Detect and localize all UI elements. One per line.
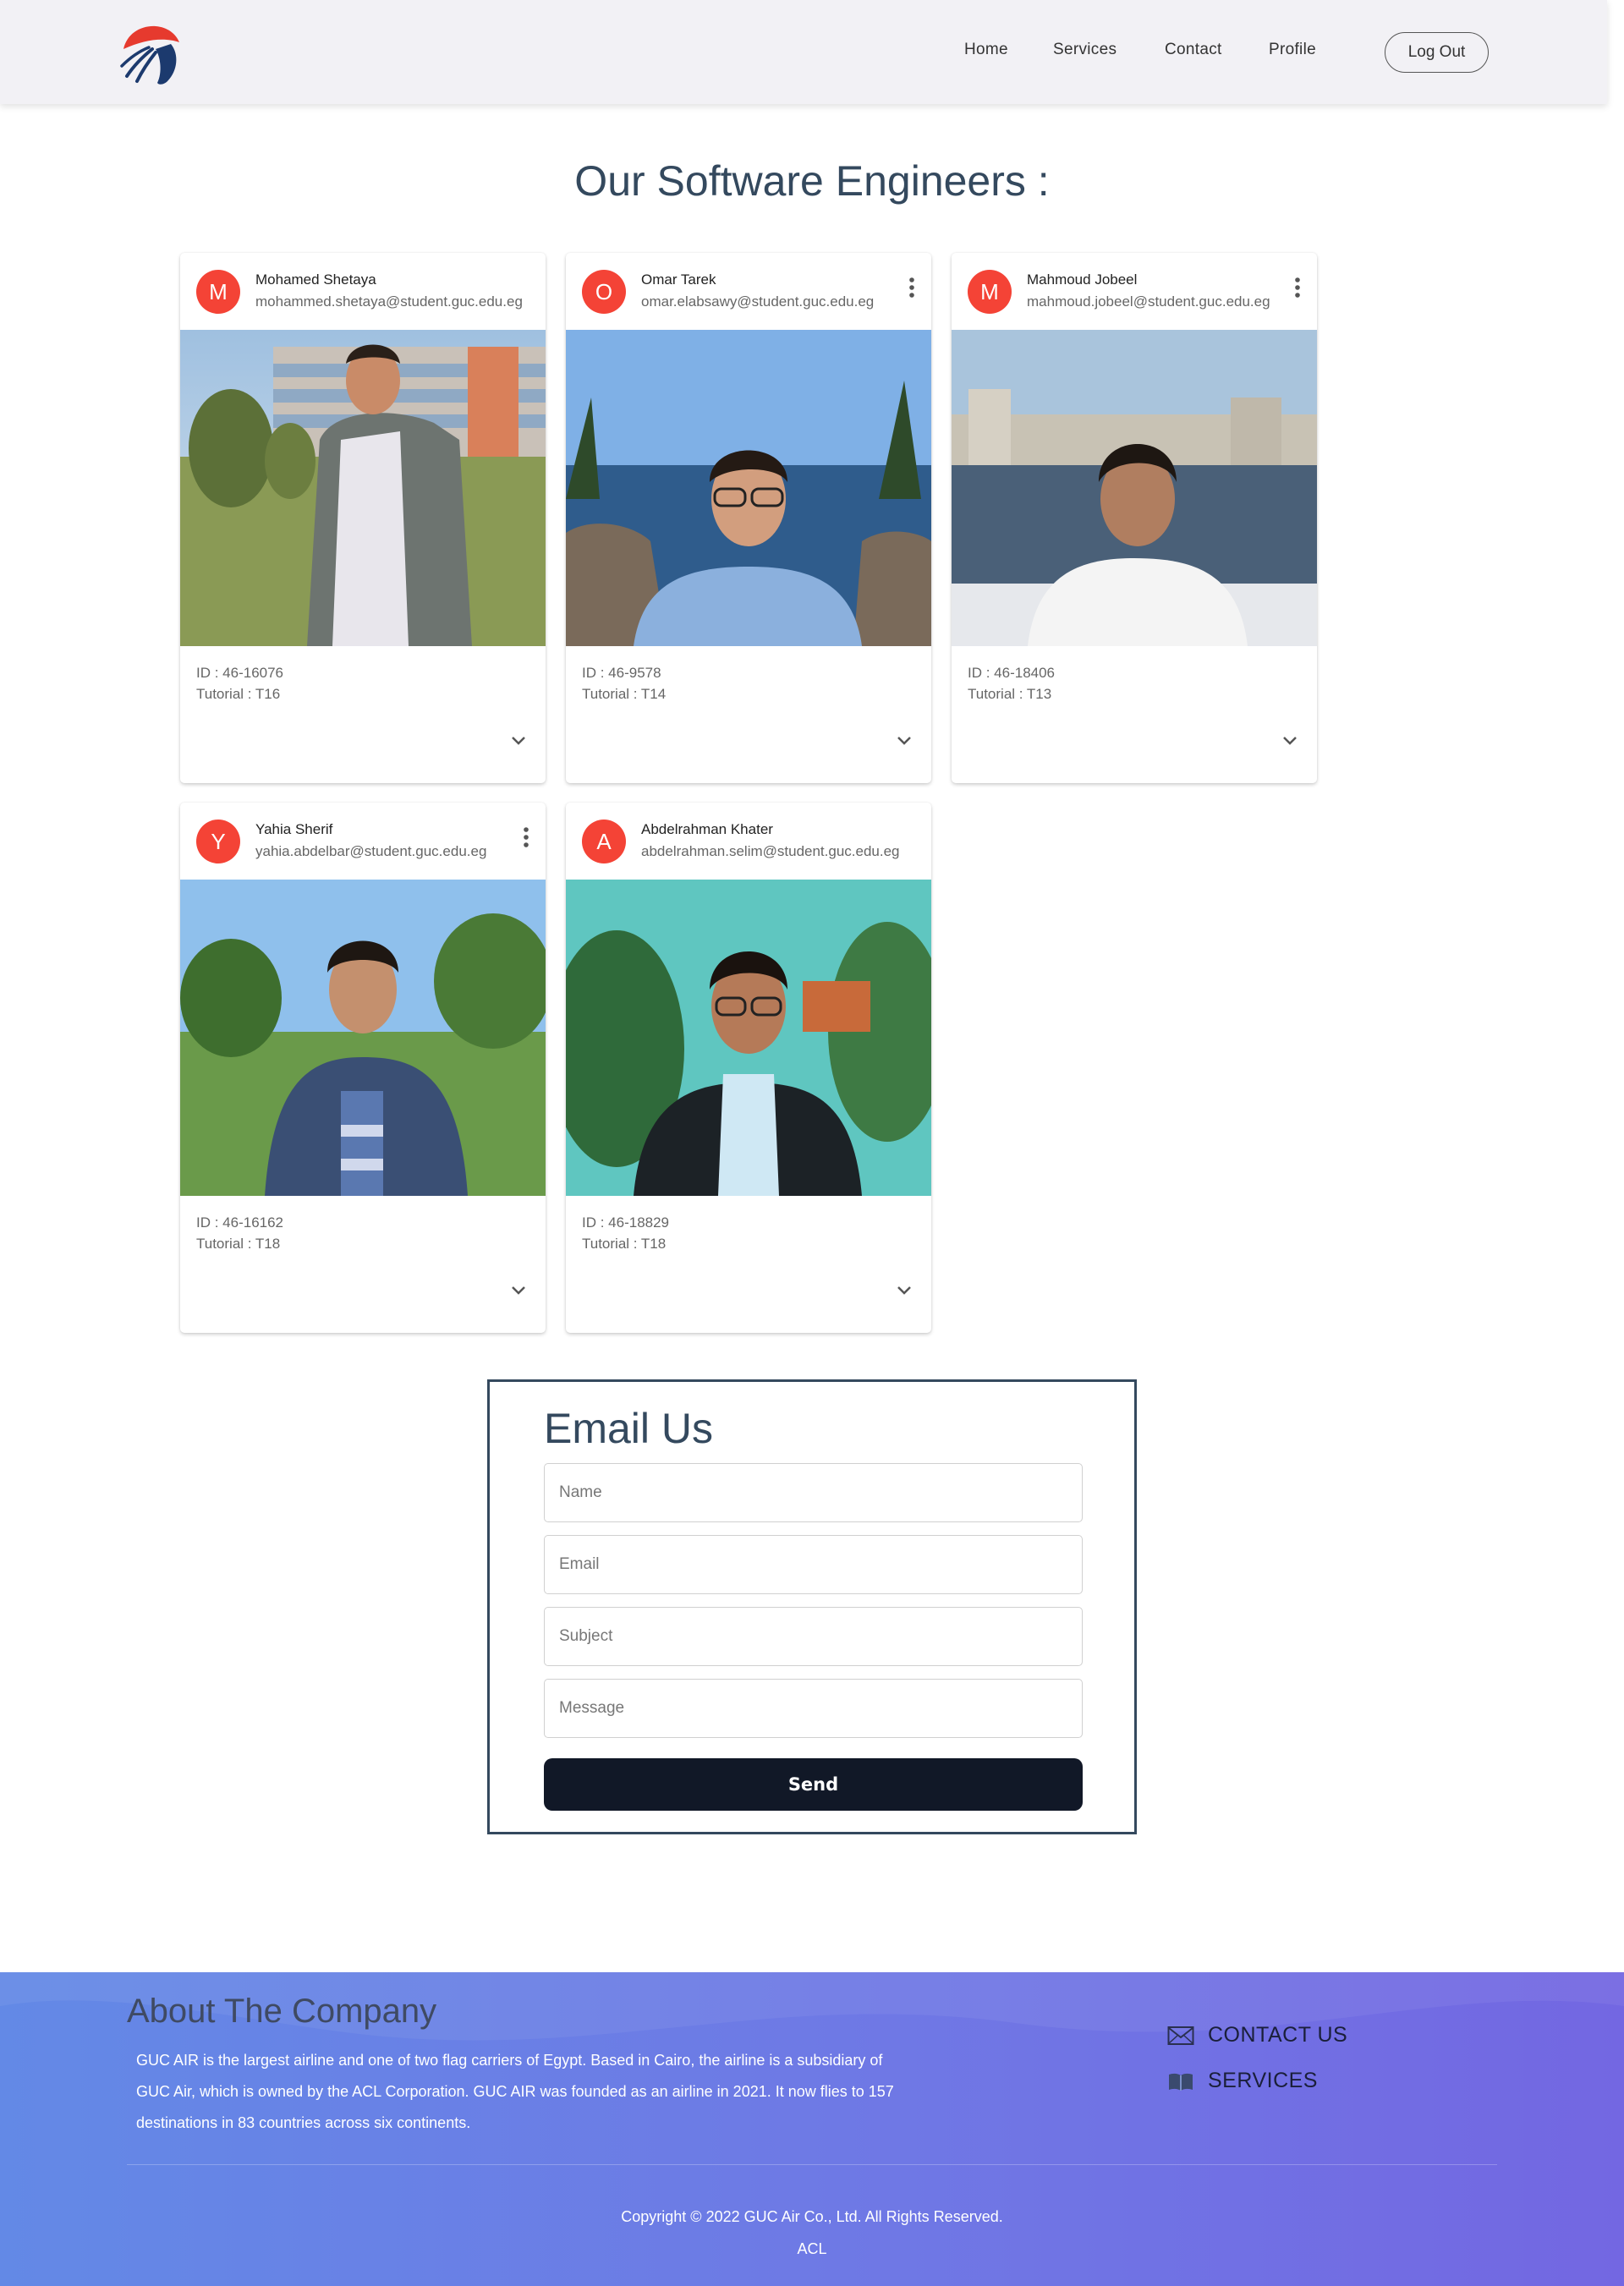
chevron-down-icon[interactable] (1281, 735, 1298, 747)
engineer-photo (180, 330, 546, 646)
engineer-id: ID : 46-16076 (196, 665, 284, 681)
chevron-down-icon[interactable] (510, 1285, 527, 1296)
subject-field[interactable] (544, 1607, 1083, 1666)
engineer-photo (952, 330, 1317, 646)
engineer-photo (566, 330, 931, 646)
email-form: Email Us Send (487, 1379, 1137, 1834)
chevron-down-icon[interactable] (510, 735, 527, 747)
more-vert-icon[interactable] (908, 276, 916, 299)
engineer-id: ID : 46-18406 (968, 665, 1056, 681)
engineer-photo (180, 880, 546, 1196)
message-field[interactable] (544, 1679, 1083, 1738)
engineer-tutorial: Tutorial : T18 (196, 1236, 281, 1252)
engineer-card: M Mohamed Shetaya mohammed.shetaya@stude… (180, 253, 546, 783)
engineer-tutorial: Tutorial : T18 (582, 1236, 667, 1252)
engineer-card: A Abdelrahman Khater abdelrahman.selim@s… (566, 803, 931, 1333)
nav-contact-link[interactable]: Contact (1165, 41, 1222, 59)
engineer-tutorial: Tutorial : T13 (968, 686, 1052, 702)
nav-services-link[interactable]: Services (1053, 41, 1116, 59)
engineer-name: Mohamed Shetaya (255, 271, 376, 288)
engineer-name: Yahia Sherif (255, 821, 333, 837)
engineer-id: ID : 46-9578 (582, 665, 661, 681)
avatar: Y (196, 820, 240, 863)
about-title: About The Company (127, 1993, 437, 2030)
engineer-name: Omar Tarek (641, 271, 716, 288)
engineer-id: ID : 46-16162 (196, 1214, 284, 1231)
footer-divider (127, 2164, 1497, 2165)
engineer-id: ID : 46-18829 (582, 1214, 670, 1231)
about-text: GUC AIR is the largest airline and one o… (136, 2052, 894, 2131)
book-icon (1169, 2073, 1193, 2091)
engineer-name: Abdelrahman Khater (641, 821, 773, 837)
nav-home-link[interactable]: Home (964, 41, 1008, 59)
envelope-icon (1167, 2026, 1194, 2045)
engineer-card: O Omar Tarek omar.elabsawy@student.guc.e… (566, 253, 931, 783)
footer-services-link[interactable]: SERVICES (1167, 2069, 1318, 2093)
engineer-tutorial: Tutorial : T16 (196, 686, 281, 702)
engineer-email: yahia.abdelbar@student.guc.edu.eg (255, 843, 487, 859)
chevron-down-icon[interactable] (896, 735, 913, 747)
contact-label: CONTACT US (1208, 2023, 1348, 2047)
engineer-name: Mahmoud Jobeel (1027, 271, 1138, 288)
services-label: SERVICES (1208, 2069, 1318, 2092)
page-title: Our Software Engineers : (574, 157, 1050, 205)
email-field[interactable] (544, 1535, 1083, 1594)
more-vert-icon[interactable] (1293, 276, 1302, 299)
acl-text: ACL (797, 2240, 827, 2257)
avatar: M (196, 270, 240, 314)
guc-air-logo[interactable] (118, 24, 181, 86)
avatar: M (968, 270, 1012, 314)
engineer-photo (566, 880, 931, 1196)
chevron-down-icon[interactable] (896, 1285, 913, 1296)
name-field[interactable] (544, 1463, 1083, 1522)
avatar: O (582, 270, 626, 314)
engineer-email: omar.elabsawy@student.guc.edu.eg (641, 293, 875, 310)
footer: About The Company GUC AIR is the largest… (0, 1972, 1624, 2286)
footer-contact-link[interactable]: CONTACT US (1167, 2023, 1347, 2048)
copyright-text: Copyright © 2022 GUC Air Co., Ltd. All R… (621, 2208, 1003, 2225)
engineer-email: abdelrahman.selim@student.guc.edu.eg (641, 843, 900, 859)
avatar: A (582, 820, 626, 863)
send-button[interactable]: Send (544, 1758, 1083, 1811)
engineer-email: mohammed.shetaya@student.guc.edu.eg (255, 293, 523, 310)
logout-button[interactable]: Log Out (1385, 32, 1489, 73)
email-form-title: Email Us (544, 1405, 714, 1452)
engineer-card: M Mahmoud Jobeel mahmoud.jobeel@student.… (952, 253, 1317, 783)
navbar: Home Services Contact Profile Log Out (0, 0, 1607, 104)
engineer-email: mahmoud.jobeel@student.guc.edu.eg (1027, 293, 1270, 310)
nav-profile-link[interactable]: Profile (1269, 41, 1316, 59)
engineer-card: Y Yahia Sherif yahia.abdelbar@student.gu… (180, 803, 546, 1333)
engineer-tutorial: Tutorial : T14 (582, 686, 667, 702)
more-vert-icon[interactable] (522, 825, 530, 849)
